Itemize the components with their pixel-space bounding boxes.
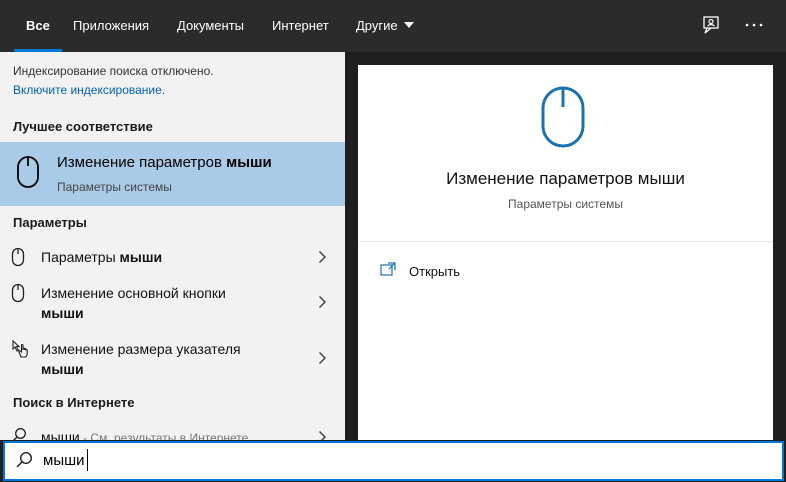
settings-item-label-bold: мыши (41, 361, 84, 377)
more-options-icon[interactable] (743, 14, 765, 36)
settings-item-mouse-settings[interactable]: Параметры мыши (0, 242, 345, 272)
chevron-down-icon (403, 22, 414, 28)
tab-other[interactable]: Другие (356, 0, 414, 52)
best-match-title-plain: Изменение параметров (57, 154, 227, 171)
web-search-item[interactable]: мыши - См. результаты в Интернете (0, 422, 345, 440)
settings-item-label-line1: Изменение размера указателя (41, 341, 241, 357)
tab-internet[interactable]: Интернет (272, 0, 329, 52)
web-search-suffix: - См. результаты в Интернете (79, 431, 249, 440)
tab-apps[interactable]: Приложения (73, 0, 149, 52)
web-search-label: мыши - См. результаты в Интернете (41, 427, 248, 440)
open-action[interactable]: Открыть (409, 264, 460, 279)
chevron-right-icon (318, 351, 327, 365)
preview-panel: Изменение параметров мыши Параметры сист… (358, 65, 773, 440)
web-search-query: мыши (41, 429, 80, 440)
indexing-notice: Индексирование поиска отключено. (13, 64, 214, 78)
settings-item-label-line2: мыши (41, 359, 84, 379)
settings-item-label-bold: мыши (41, 305, 84, 321)
top-tab-bar: Все Приложения Документы Интернет Другие (0, 0, 786, 52)
chevron-right-icon (318, 295, 327, 309)
mouse-icon (11, 247, 25, 272)
best-match-title-bold: мыши (226, 154, 272, 171)
preview-divider (358, 241, 773, 242)
feedback-icon[interactable] (700, 14, 722, 36)
settings-item-pointer-size[interactable]: Изменение размера указателя мыши (0, 336, 345, 382)
pointer-hand-icon (11, 339, 31, 364)
mouse-icon (540, 85, 586, 154)
settings-item-label-line2: мыши (41, 303, 84, 323)
enable-indexing-link[interactable]: Включите индексирование. (13, 83, 165, 97)
settings-item-label-bold: мыши (119, 249, 163, 265)
search-icon (11, 427, 27, 440)
settings-header: Параметры (13, 215, 87, 230)
best-match-subtitle: Параметры системы (57, 180, 172, 194)
settings-item-label-line1: Изменение основной кнопки (41, 285, 226, 301)
search-icon (15, 451, 33, 474)
results-panel: Индексирование поиска отключено. Включит… (0, 52, 345, 440)
mouse-icon (11, 283, 25, 308)
best-match-title: Изменение параметров мыши (57, 154, 272, 171)
search-bar[interactable]: мыши (3, 441, 784, 481)
web-search-header: Поиск в Интернете (13, 395, 135, 410)
chevron-right-icon (318, 250, 327, 264)
text-cursor (87, 449, 88, 471)
tab-all[interactable]: Все (14, 0, 62, 52)
preview-title: Изменение параметров мыши (446, 169, 685, 188)
best-match-item[interactable]: Изменение параметров мыши Параметры сист… (0, 142, 345, 206)
open-icon[interactable] (380, 262, 396, 279)
chevron-right-icon (318, 430, 327, 440)
tab-documents[interactable]: Документы (177, 0, 244, 52)
search-input[interactable]: мыши (43, 452, 85, 469)
best-match-header: Лучшее соответствие (13, 119, 153, 134)
settings-item-primary-button[interactable]: Изменение основной кнопки мыши (0, 280, 345, 326)
tab-other-label: Другие (356, 18, 398, 33)
preview-subtitle: Параметры системы (508, 197, 623, 211)
settings-item-label: Параметры мыши (41, 247, 162, 267)
settings-item-label-plain: Параметры (41, 249, 120, 265)
mouse-icon (16, 155, 40, 194)
